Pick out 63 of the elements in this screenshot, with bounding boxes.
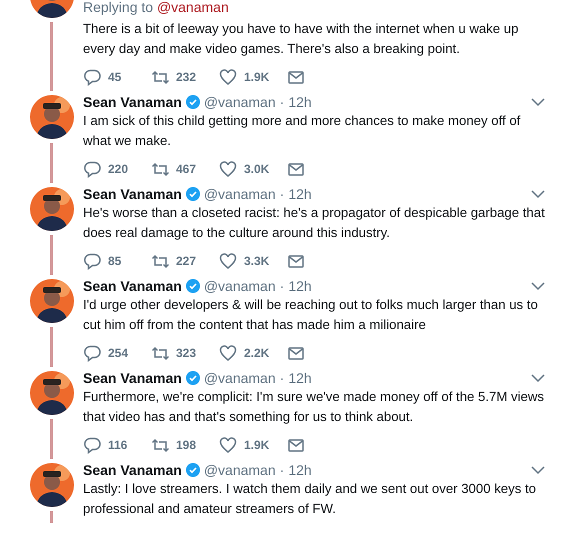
author-handle[interactable]: @vanaman [204, 460, 276, 480]
tweet-text: There is a bit of leeway you have to have with the internet when u wake up every day and make video games. There's also a breaking point. [83, 20, 520, 58]
tweet-text: He's worse than a closeted racist: he's a propagator of despicable garbage that does real damage to the culture around this industry. [83, 204, 545, 242]
like-count: 2.2K [244, 345, 270, 362]
author-name[interactable]: Sean Vanaman [83, 368, 182, 388]
caret-icon[interactable] [531, 97, 545, 107]
author-handle[interactable]: @vanaman [204, 92, 276, 112]
like-icon[interactable] [219, 252, 237, 270]
reply-count: 254 [108, 345, 128, 362]
tweet-text: Furthermore, we're complicit: I'm sure we've made money off of the 5.7M views that video has and that's something for us to think about. [83, 388, 545, 426]
reply-count: 85 [108, 253, 122, 270]
retweet-count: 323 [176, 345, 196, 362]
author-handle[interactable]: @vanaman [204, 276, 276, 296]
like-count: 3.3K [244, 253, 270, 270]
caret-icon[interactable] [531, 189, 545, 199]
separator: · [280, 92, 284, 112]
retweet-icon[interactable] [151, 344, 169, 362]
retweet-count: 198 [176, 437, 196, 454]
reply-count: 116 [108, 437, 128, 454]
timestamp[interactable]: 12h [288, 368, 312, 388]
separator: · [280, 460, 284, 480]
like-count: 1.9K [244, 69, 270, 86]
retweet-icon[interactable] [151, 252, 169, 270]
separator: · [280, 368, 284, 388]
retweet-icon[interactable] [151, 68, 169, 86]
author-name[interactable]: Sean Vanaman [83, 276, 182, 296]
retweet-count: 227 [176, 253, 196, 270]
caret-icon[interactable] [531, 373, 545, 383]
reply-count: 220 [108, 161, 128, 178]
reply-icon[interactable] [83, 160, 101, 178]
timestamp[interactable]: 12h [288, 460, 312, 480]
timestamp[interactable]: 12h [288, 276, 312, 296]
like-icon[interactable] [219, 436, 237, 454]
caret-icon[interactable] [531, 465, 545, 475]
replying-to-text: Replying to @vanaman [83, 0, 230, 15]
tweet-text: Lastly: I love streamers. I watch them daily and we sent out over 3000 keys to professional and amateur streamers of FW. [83, 480, 537, 518]
reply-icon[interactable] [83, 252, 101, 270]
like-icon[interactable] [219, 68, 237, 86]
retweet-count: 467 [176, 161, 196, 178]
caret-icon[interactable] [531, 281, 545, 291]
reply-count: 45 [108, 69, 122, 86]
reply-icon[interactable] [83, 344, 101, 362]
separator: · [280, 276, 284, 296]
retweet-icon[interactable] [151, 436, 169, 454]
author-handle[interactable]: @vanaman [204, 184, 276, 204]
like-icon[interactable] [219, 160, 237, 178]
like-count: 1.9K [244, 437, 270, 454]
handle-link[interactable]: @vanaman [156, 0, 229, 15]
author-handle[interactable]: @vanaman [204, 368, 276, 388]
author-name[interactable]: Sean Vanaman [83, 92, 182, 112]
retweet-icon[interactable] [151, 160, 169, 178]
reply-icon[interactable] [83, 436, 101, 454]
author-name[interactable]: Sean Vanaman [83, 460, 182, 480]
like-count: 3.0K [244, 161, 270, 178]
retweet-count: 232 [176, 69, 196, 86]
tweet-text: I'd urge other developers & will be reaching out to folks much larger than us to cut him off from the content that has made him a milionaire [83, 296, 539, 334]
separator: · [280, 184, 284, 204]
reply-icon[interactable] [83, 68, 101, 86]
tweet-text: I am sick of this child getting more and more chances to make money off of what we make. [83, 112, 522, 150]
author-name[interactable]: Sean Vanaman [83, 184, 182, 204]
timestamp[interactable]: 12h [288, 184, 312, 204]
timestamp[interactable]: 12h [288, 92, 312, 112]
like-icon[interactable] [219, 344, 237, 362]
